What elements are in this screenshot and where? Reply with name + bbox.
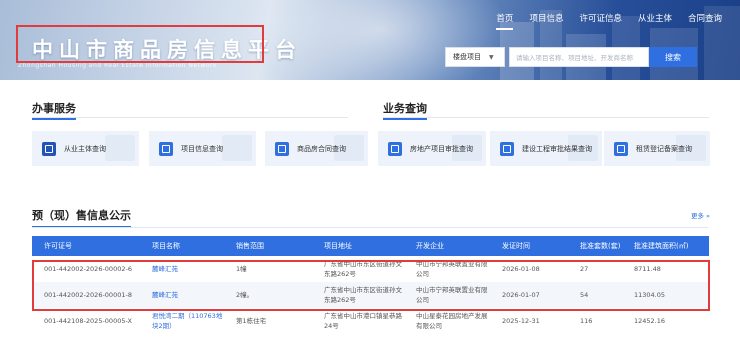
more-link[interactable]: 更多 » <box>691 210 710 220</box>
col-project: 项目名称 <box>152 242 180 250</box>
service-practitioner-query[interactable]: 从业主体查询 <box>32 131 139 166</box>
title-highlight-box <box>16 25 264 63</box>
search-bar: 楼盘项目 ▼ 请输入项目名称、项目地址、开发商名称 搜索 <box>445 46 697 68</box>
col-date: 发证时间 <box>502 242 530 250</box>
nav-practitioners[interactable]: 从业主体 <box>630 10 680 26</box>
service-rental-registration[interactable]: 租赁登记备案查询 <box>604 131 710 166</box>
col-area: 批准建筑面积(㎡) <box>634 242 689 250</box>
presale-table: 许可证号 项目名称 销售范围 项目地址 开发企业 发证时间 批准套数(套) 批准… <box>32 236 709 334</box>
site-subtitle: Zhongshan Housing and Real Estate Inform… <box>18 62 217 69</box>
nav-contract-query[interactable]: 合同查询 <box>680 10 730 26</box>
search-input[interactable]: 请输入项目名称、项目地址、开发商名称 <box>509 47 649 67</box>
service-label: 商品房合同查询 <box>297 144 346 153</box>
search-type-select[interactable]: 楼盘项目 ▼ <box>445 47 505 67</box>
cell-units: 116 <box>580 317 593 325</box>
cell-units: 27 <box>580 265 589 273</box>
business-title: 业务查询 <box>383 102 427 120</box>
service-project-query[interactable]: 项目信息查询 <box>149 131 256 166</box>
cell-date: 2025-12-31 <box>502 317 540 325</box>
cell-scope: 1幢 <box>236 265 247 273</box>
contract-icon <box>275 141 289 156</box>
col-license: 许可证号 <box>44 242 72 250</box>
cell-address: 广东省中山市东区街道孙文东路262号 <box>324 286 402 304</box>
table-header: 许可证号 项目名称 销售范围 项目地址 开发企业 发证时间 批准套数(套) 批准… <box>32 236 709 256</box>
services-title: 办事服务 <box>32 102 76 120</box>
cell-area: 8711.48 <box>634 265 661 273</box>
col-developer: 开发企业 <box>416 242 444 250</box>
cell-license: 001-442002-2026-00001-8 <box>44 291 132 299</box>
cell-project-link[interactable]: 麓峰汇苑 <box>140 264 224 274</box>
col-address: 项目地址 <box>324 242 352 250</box>
approval-icon <box>388 141 402 156</box>
cell-project-link[interactable]: 麓峰汇苑 <box>140 290 224 300</box>
search-type-value: 楼盘项目 <box>453 53 481 61</box>
card-decoration <box>222 135 252 161</box>
business-divider <box>383 117 709 118</box>
cell-area: 12452.16 <box>634 317 666 325</box>
presale-divider <box>32 227 708 228</box>
services-divider <box>32 117 348 118</box>
cell-scope: 2幢。 <box>236 291 254 299</box>
table-row[interactable]: 001-442002-2026-00002-6 麓峰汇苑 1幢 广东省中山市东区… <box>32 256 709 282</box>
card-decoration <box>105 135 135 161</box>
doc-icon <box>159 141 173 156</box>
result-icon <box>500 141 514 156</box>
cell-developer: 中山星泰花园房地产发展有限公司 <box>416 312 488 330</box>
chevron-down-icon: ▼ <box>489 53 494 61</box>
cell-address: 广东省中山市东区街道孙文东路262号 <box>324 260 402 278</box>
table-row[interactable]: 001-442108-2025-00005-X 君悦湾二期（110763地块2期… <box>32 308 709 334</box>
service-contract-query[interactable]: 商品房合同查询 <box>265 131 368 166</box>
nav-project-info[interactable]: 项目信息 <box>521 10 571 26</box>
service-construction-result[interactable]: 建设工程审批结果查询 <box>490 131 602 166</box>
nav-home[interactable]: 首页 <box>488 10 521 30</box>
service-label: 租赁登记备案查询 <box>636 144 692 153</box>
service-label: 从业主体查询 <box>64 144 106 153</box>
service-label: 项目信息查询 <box>181 144 223 153</box>
col-scope: 销售范围 <box>236 242 264 250</box>
cell-date: 2026-01-07 <box>502 291 540 299</box>
cell-units: 54 <box>580 291 589 299</box>
service-label: 房地产项目审批查询 <box>410 144 473 153</box>
nav-license-info[interactable]: 许可证信息 <box>571 10 630 26</box>
service-label: 建设工程审批结果查询 <box>522 144 592 153</box>
cell-area: 11304.05 <box>634 291 666 299</box>
table-row[interactable]: 001-442002-2026-00001-8 麓峰汇苑 2幢。 广东省中山市东… <box>32 282 709 308</box>
rental-icon <box>614 141 628 156</box>
cell-license: 001-442002-2026-00002-6 <box>44 265 132 273</box>
user-icon <box>42 141 56 156</box>
cell-developer: 中山市宁邦英联置业有限公司 <box>416 260 488 278</box>
cell-address: 广东省中山市港口镇星恭路24号 <box>324 312 402 330</box>
search-button[interactable]: 搜索 <box>649 47 697 67</box>
cell-license: 001-442108-2025-00005-X <box>44 317 132 325</box>
col-units: 批准套数(套) <box>580 242 621 250</box>
presale-title: 预（现）售信息公示 <box>32 209 131 228</box>
main-nav: 首页 项目信息 许可证信息 从业主体 合同查询 <box>488 10 730 30</box>
cell-date: 2026-01-08 <box>502 265 540 273</box>
cell-scope: 第1栋住宅 <box>236 317 267 325</box>
cell-project-link[interactable]: 君悦湾二期（110763地块2期） <box>140 311 224 331</box>
service-project-approval[interactable]: 房地产项目审批查询 <box>378 131 486 166</box>
cell-developer: 中山市宁邦英联置业有限公司 <box>416 286 488 304</box>
